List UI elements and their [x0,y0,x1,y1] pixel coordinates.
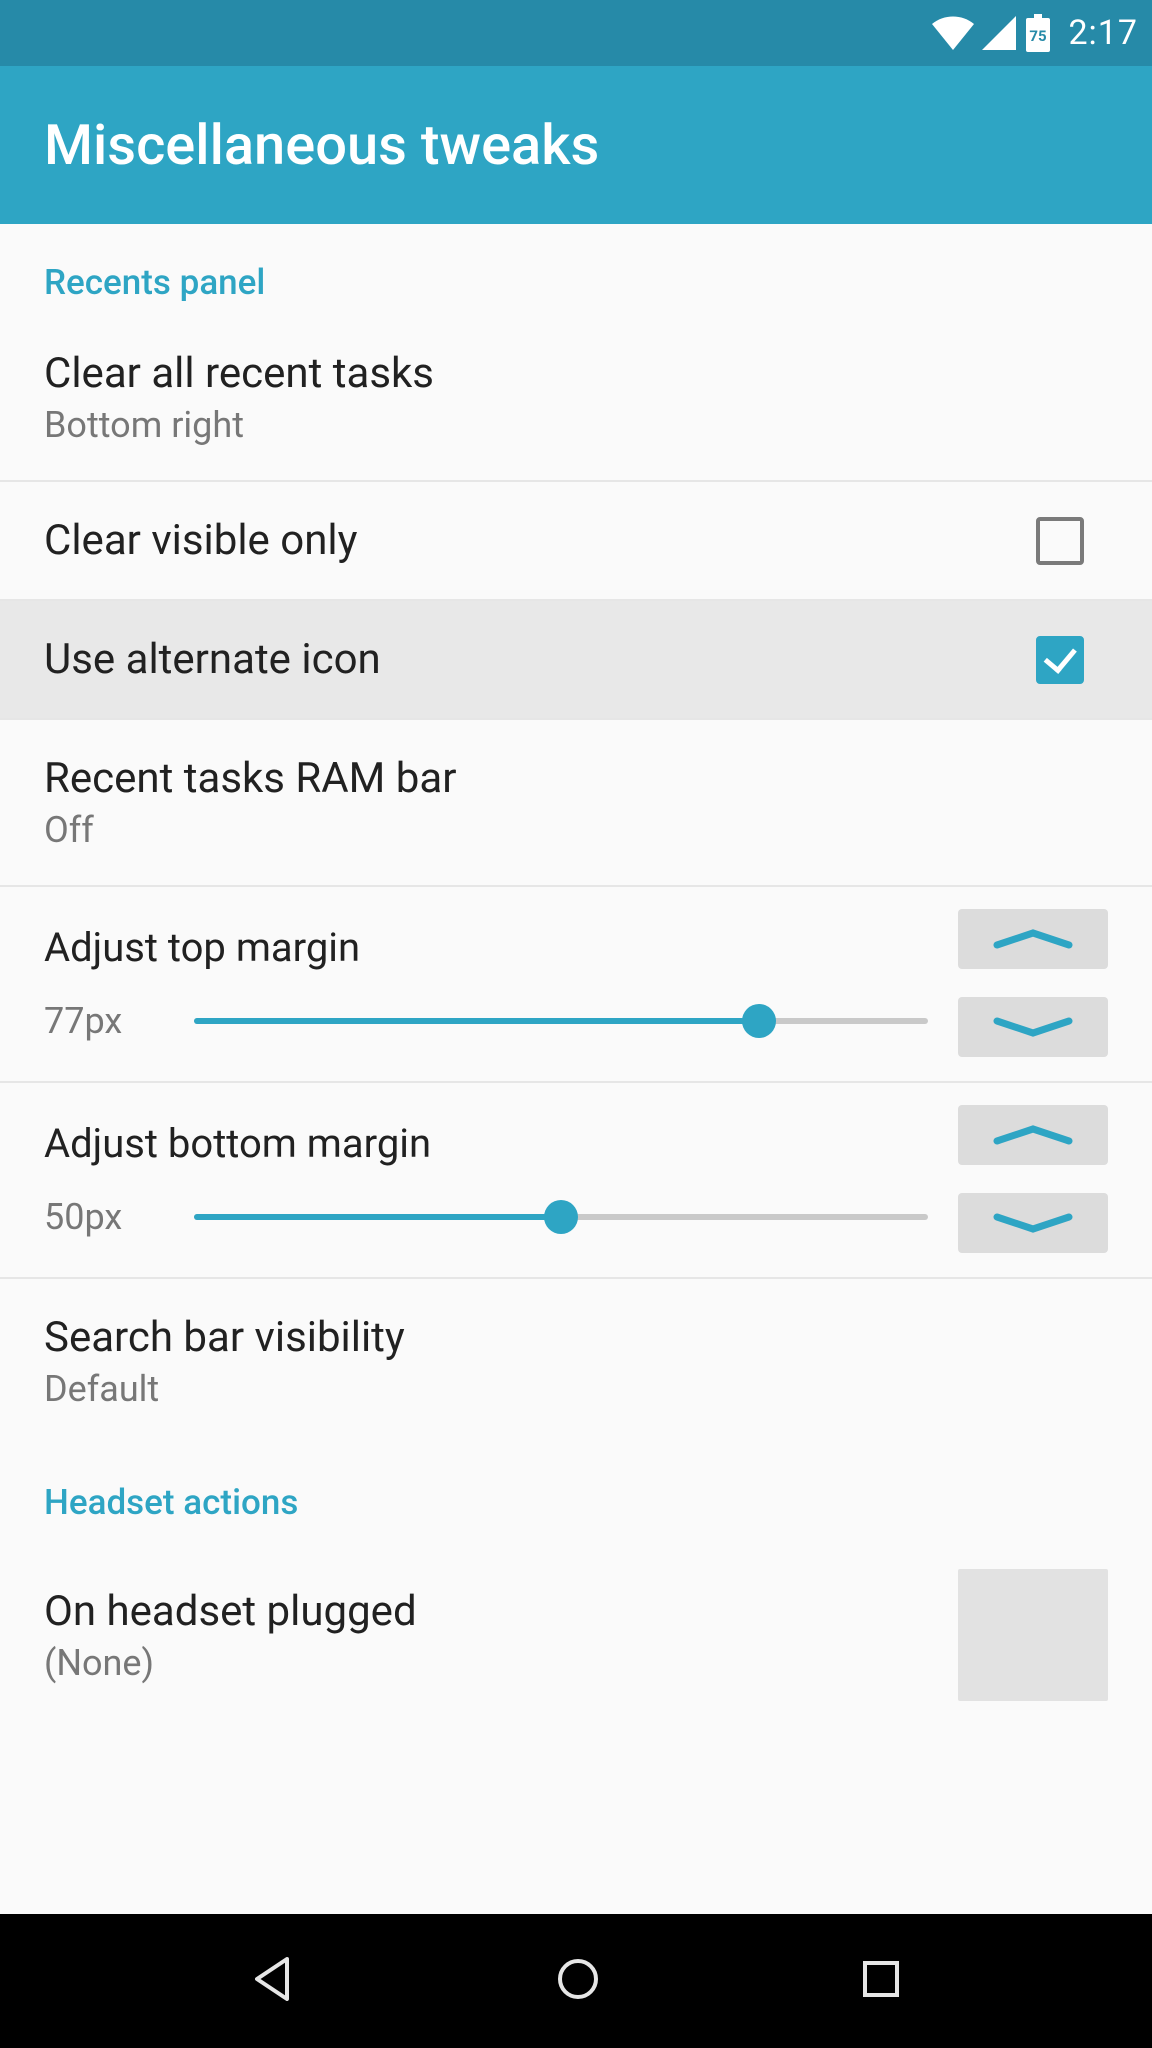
pref-title: Adjust top margin [44,924,928,971]
pref-search-bar-visibility[interactable]: Search bar visibility Default [0,1279,1152,1444]
back-icon [247,1953,299,2005]
chevron-down-icon [991,1017,1075,1037]
nav-back-button[interactable] [247,1953,299,2009]
slider-fill [194,1018,759,1024]
pref-on-headset-plugged[interactable]: On headset plugged (None) [0,1535,1152,1735]
pref-title: Use alternate icon [44,635,1012,684]
pref-title: On headset plugged [44,1587,928,1636]
pref-value: 50px [44,1196,164,1238]
wifi-icon [932,16,974,50]
chevron-up-icon [991,1125,1075,1145]
stepper-down-button[interactable] [958,997,1108,1057]
pref-subtitle: Default [44,1368,1108,1410]
slider-track[interactable] [194,1018,928,1024]
status-icons: 75 [932,14,1052,52]
pref-clear-visible-only[interactable]: Clear visible only [0,482,1152,601]
section-header-recents-panel: Recents panel [0,224,1152,315]
pref-value: 77px [44,1000,164,1042]
stepper-up-button[interactable] [958,909,1108,969]
pref-title: Clear all recent tasks [44,349,1108,398]
pref-title: Recent tasks RAM bar [44,754,1108,803]
checkbox-unchecked[interactable] [1036,517,1084,565]
nav-home-button[interactable] [552,1953,604,2009]
stepper-down-button[interactable] [958,1193,1108,1253]
recents-icon [857,1955,905,2003]
slider-thumb[interactable] [544,1200,578,1234]
page-title: Miscellaneous tweaks [44,112,599,178]
battery-icon: 75 [1024,14,1052,52]
status-time: 2:17 [1068,13,1138,53]
pref-title: Search bar visibility [44,1313,1108,1362]
status-bar: 75 2:17 [0,0,1152,66]
app-bar: Miscellaneous tweaks [0,66,1152,224]
chevron-down-icon [991,1213,1075,1233]
slider-track[interactable] [194,1214,928,1220]
checkbox-checked[interactable] [1036,636,1084,684]
pref-subtitle: (None) [44,1642,928,1684]
pref-adjust-bottom-margin[interactable]: Adjust bottom margin 50px [0,1083,1152,1279]
home-icon [552,1953,604,2005]
slider-thumb[interactable] [742,1004,776,1038]
pref-title: Clear visible only [44,516,1012,565]
section-header-headset-actions: Headset actions [0,1444,1152,1535]
pref-use-alternate-icon[interactable]: Use alternate icon [0,601,1152,720]
pref-recent-tasks-ram-bar[interactable]: Recent tasks RAM bar Off [0,720,1152,887]
app-picker-placeholder[interactable] [958,1569,1108,1701]
pref-subtitle: Bottom right [44,404,1108,446]
chevron-up-icon [991,929,1075,949]
pref-subtitle: Off [44,809,1108,851]
pref-title: Adjust bottom margin [44,1120,928,1167]
stepper-up-button[interactable] [958,1105,1108,1165]
pref-clear-all-recent-tasks[interactable]: Clear all recent tasks Bottom right [0,315,1152,482]
settings-list: Recents panel Clear all recent tasks Bot… [0,224,1152,2048]
battery-percent-text: 75 [1030,27,1047,45]
navigation-bar [0,1914,1152,2048]
slider-fill [194,1214,561,1220]
nav-recents-button[interactable] [857,1955,905,2007]
cell-signal-icon [982,16,1016,50]
pref-adjust-top-margin[interactable]: Adjust top margin 77px [0,887,1152,1083]
